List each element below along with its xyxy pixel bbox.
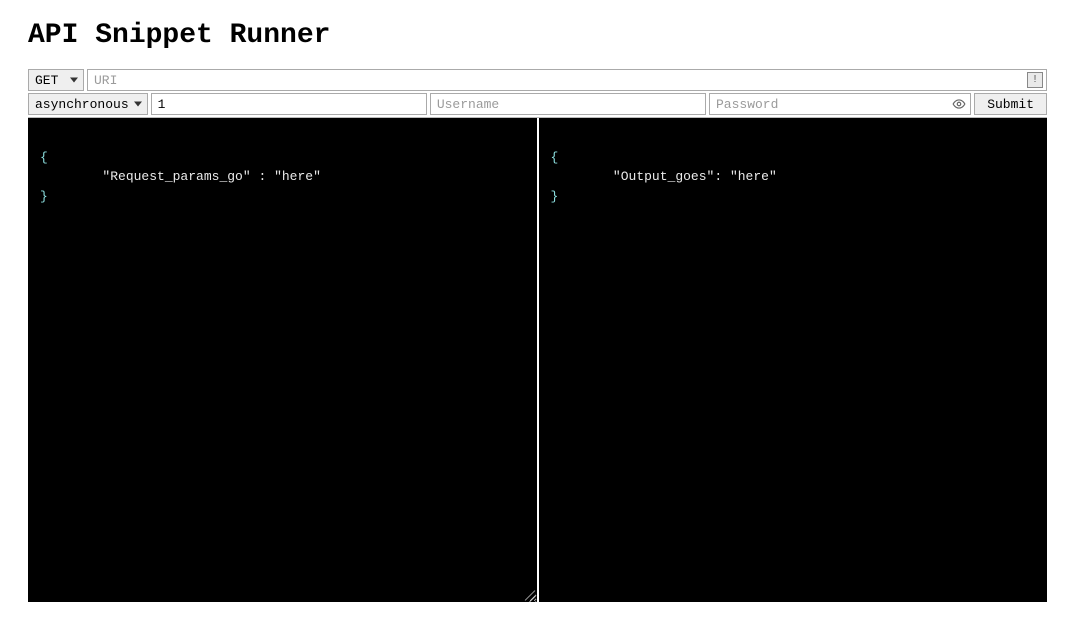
http-method-value: GET	[35, 73, 58, 88]
page-title: API Snippet Runner	[28, 20, 1047, 51]
response-body-viewer: { "Output_goes": "here" }	[539, 118, 1048, 602]
chevron-down-icon	[134, 102, 142, 107]
request-body-editor[interactable]: { "Request_params_go" : "here" }	[28, 118, 539, 602]
options-row: asynchronous Submit	[28, 93, 1047, 115]
chevron-down-icon	[70, 78, 78, 83]
code-panels: { "Request_params_go" : "here" } { "Outp…	[28, 117, 1047, 602]
password-input[interactable]	[709, 93, 971, 115]
username-input[interactable]	[430, 93, 706, 115]
http-method-select[interactable]: GET	[28, 69, 84, 91]
json-key: "Request_params_go"	[102, 169, 250, 184]
json-value: "here"	[730, 169, 777, 184]
uri-row: GET !	[28, 69, 1047, 91]
count-input[interactable]	[151, 93, 427, 115]
brace-open: {	[40, 150, 48, 165]
json-value: "here"	[274, 169, 321, 184]
uri-input[interactable]	[87, 69, 1047, 91]
brace-close: }	[40, 189, 48, 204]
alert-icon: !	[1027, 72, 1043, 88]
submit-button[interactable]: Submit	[974, 93, 1047, 115]
resize-handle-icon	[521, 586, 535, 600]
brace-close: }	[551, 189, 559, 204]
mode-select[interactable]: asynchronous	[28, 93, 148, 115]
brace-open: {	[551, 150, 559, 165]
json-key: "Output_goes"	[613, 169, 714, 184]
mode-value: asynchronous	[35, 97, 129, 112]
